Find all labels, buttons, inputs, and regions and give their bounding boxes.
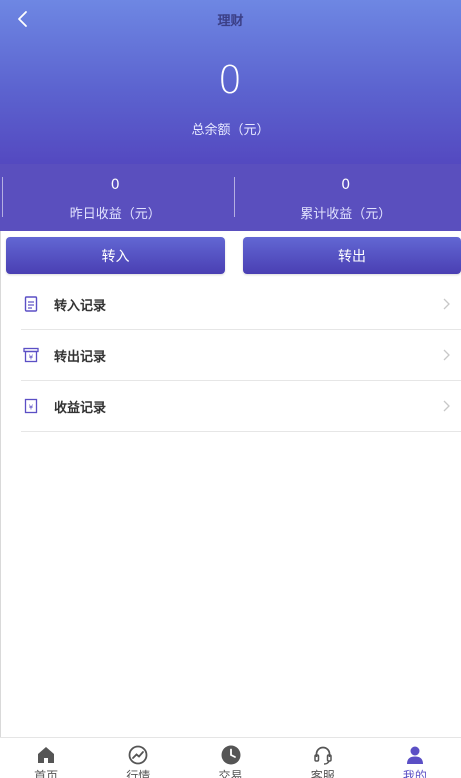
yesterday-earnings-label: 昨日收益（元） (69, 207, 161, 222)
bottom-tab-bar: 首页 行情 交易 客服 我的 (0, 737, 461, 778)
tab-support[interactable]: 客服 (277, 738, 369, 778)
home-icon (38, 747, 55, 763)
nav-bar: 理财 (0, 0, 461, 38)
menu-item-transfer-out-records[interactable]: ¥ 转出记录 (21, 330, 461, 381)
tab-market[interactable]: 行情 (92, 738, 184, 778)
clock-icon (221, 745, 240, 765)
menu-item-earnings-records[interactable]: ¥ 收益记录 (21, 381, 461, 432)
menu-item-label: 转出记录 (54, 349, 107, 365)
hero-banner: 理财 0 总余额（元） (0, 0, 461, 164)
stat-total: 0 累计收益（元） (231, 164, 461, 231)
total-balance-label: 总余额（元） (191, 123, 270, 138)
menu-item-label: 收益记录 (54, 400, 107, 416)
user-icon (406, 746, 423, 764)
tab-mine[interactable]: 我的 (369, 738, 461, 778)
svg-text:¥: ¥ (29, 404, 34, 412)
transfer-in-button[interactable]: 转入 (6, 237, 225, 274)
yesterday-earnings-value: 0 (110, 177, 120, 193)
svg-text:¥: ¥ (29, 354, 34, 362)
transfer-out-button[interactable]: 转出 (243, 237, 461, 274)
page-title: 理财 (217, 14, 244, 29)
menu-item-label: 转入记录 (54, 298, 107, 314)
tab-label: 交易 (218, 769, 243, 778)
tab-home[interactable]: 首页 (0, 738, 92, 778)
tab-trade[interactable]: 交易 (184, 738, 276, 778)
earnings-stats: 0 昨日收益（元） 0 累计收益（元） (0, 164, 461, 231)
tab-label: 我的 (402, 769, 427, 778)
total-earnings-value: 0 (341, 177, 351, 193)
chevron-right-icon (443, 298, 450, 310)
document-list-icon (22, 295, 40, 313)
outbox-icon: ¥ (22, 346, 40, 364)
stats-edge-divider (2, 177, 3, 217)
chevron-right-icon (443, 349, 450, 361)
total-earnings-label: 累计收益（元） (300, 207, 392, 222)
chevron-right-icon (443, 400, 450, 412)
stats-divider (234, 177, 235, 217)
records-menu: 转入记录 ¥ 转出记录 ¥ 收益记录 (21, 279, 461, 432)
page-edge (0, 231, 1, 737)
headset-icon (313, 746, 332, 765)
yuan-receipt-icon: ¥ (22, 397, 40, 415)
trend-icon (128, 745, 148, 765)
tab-label: 首页 (34, 769, 59, 778)
tab-label: 客服 (310, 769, 335, 778)
total-balance-value: 0 (217, 58, 244, 102)
tab-label: 行情 (126, 769, 151, 778)
menu-item-transfer-in-records[interactable]: 转入记录 (21, 279, 461, 330)
stat-yesterday: 0 昨日收益（元） (0, 164, 231, 231)
